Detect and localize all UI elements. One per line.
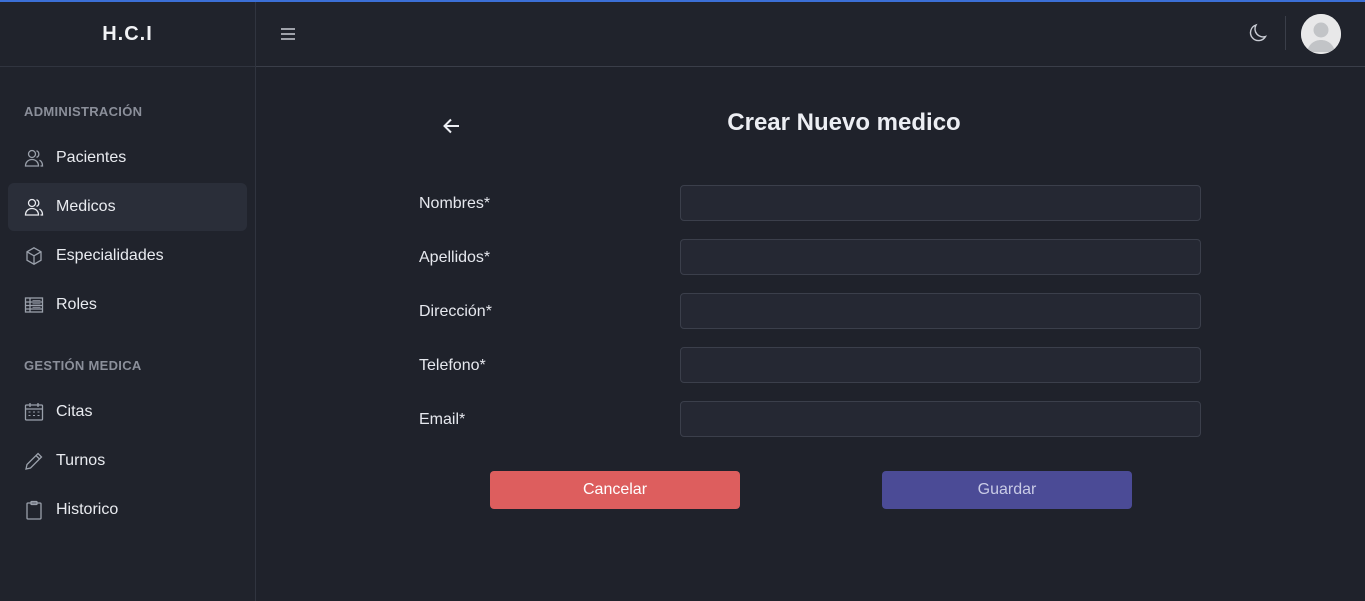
sidebar-item-medicos[interactable]: Medicos [8, 183, 247, 231]
main-content: Crear Nuevo medico Nombres* Apellidos* D… [256, 67, 1365, 601]
users-icon [24, 197, 44, 217]
sidebar-item-citas[interactable]: Citas [8, 388, 247, 436]
nombres-label: Nombres* [419, 195, 491, 212]
users-icon [24, 148, 44, 168]
sidebar-item-label: Medicos [56, 198, 116, 215]
sidebar-item-label: Roles [56, 296, 97, 313]
list-table-icon [24, 295, 44, 315]
save-button[interactable]: Guardar [882, 471, 1132, 509]
avatar[interactable] [1301, 14, 1341, 54]
sidebar-item-label: Especialidades [56, 247, 164, 264]
brand-logo[interactable]: H.C.I [0, 2, 255, 67]
pencil-icon [24, 451, 44, 471]
telefono-field[interactable] [680, 347, 1201, 383]
sidebar-item-label: Historico [56, 501, 119, 518]
sidebar-item-label: Pacientes [56, 149, 127, 166]
sidebar-item-historico[interactable]: Historico [8, 486, 247, 534]
calendar-icon [24, 402, 44, 422]
sidebar-item-label: Turnos [56, 452, 106, 469]
telefono-label: Telefono* [419, 357, 486, 374]
apellidos-field[interactable] [680, 239, 1201, 275]
page-title: Crear Nuevo medico [727, 109, 961, 136]
sidebar-item-roles[interactable]: Roles [8, 281, 247, 329]
moon-icon[interactable] [1248, 22, 1270, 44]
sidebar-item-turnos[interactable]: Turnos [8, 437, 247, 485]
direccion-field[interactable] [680, 293, 1201, 329]
email-label: Email* [419, 411, 466, 428]
cancel-button[interactable]: Cancelar [490, 471, 740, 509]
section-title-administracion: ADMINISTRACIÓN [24, 104, 143, 119]
sidebar: H.C.I ADMINISTRACIÓN Pacientes Medicos E… [0, 2, 256, 601]
sidebar-item-label: Citas [56, 403, 93, 420]
nombres-field[interactable] [680, 185, 1201, 221]
hamburger-menu-icon[interactable] [278, 24, 298, 44]
email-field[interactable] [680, 401, 1201, 437]
clipboard-icon [24, 500, 44, 520]
apellidos-label: Apellidos* [419, 249, 491, 266]
hexagon-icon [24, 246, 44, 266]
sidebar-item-especialidades[interactable]: Especialidades [8, 232, 247, 280]
top-header [256, 2, 1365, 67]
direccion-label: Dirección* [419, 303, 492, 320]
sidebar-item-pacientes[interactable]: Pacientes [8, 134, 247, 182]
header-divider [1285, 16, 1286, 50]
section-title-gestion-medica: GESTIÓN MEDICA [24, 358, 142, 373]
